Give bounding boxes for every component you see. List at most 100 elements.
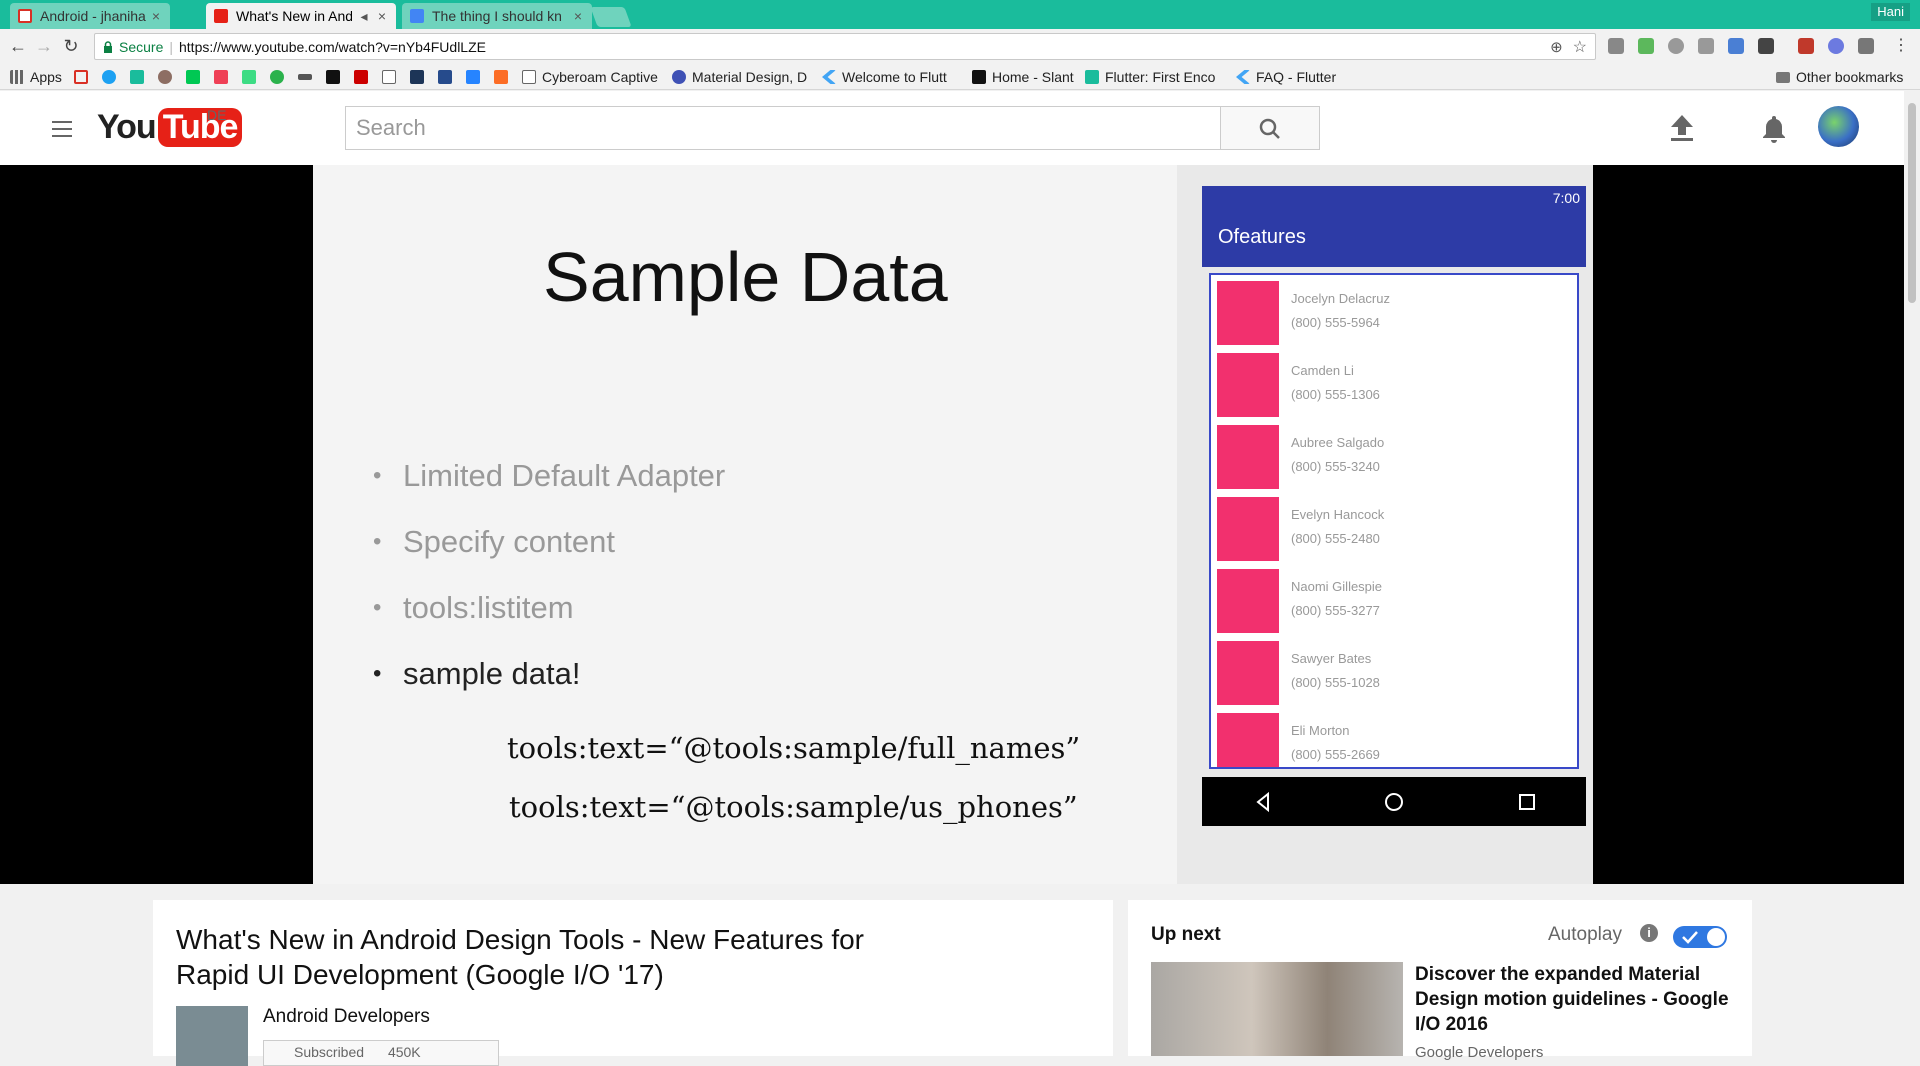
list-item: Jocelyn Delacruz (800) 555-5964 — [1217, 281, 1577, 345]
extension-icon[interactable] — [1668, 38, 1684, 54]
bookmark-x[interactable] — [438, 68, 452, 86]
bookmark-twitter[interactable] — [102, 68, 116, 86]
video-info-card: What's New in Android Design Tools - New… — [153, 900, 1113, 1066]
channel-avatar[interactable] — [176, 1006, 248, 1066]
bookmark-e[interactable] — [326, 68, 340, 86]
contact-name: Eli Morton — [1291, 723, 1350, 738]
menu-icon[interactable] — [52, 121, 72, 137]
menu-dots-icon[interactable]: ⋮ — [1890, 35, 1912, 57]
bookmark-apps[interactable]: Apps — [10, 68, 62, 86]
logo-text-you: You — [97, 107, 157, 146]
gmail-icon — [18, 9, 32, 23]
extension-icon[interactable] — [1638, 38, 1654, 54]
close-icon[interactable]: × — [150, 8, 162, 24]
tool-icon — [410, 70, 424, 84]
reload-icon[interactable]: ↻ — [60, 35, 82, 57]
extension-icon[interactable] — [1608, 38, 1624, 54]
bookmark-flutter-faq[interactable]: FAQ - Flutter — [1236, 68, 1376, 86]
x-icon — [438, 70, 452, 84]
subscribe-button[interactable]: Subscribed 450K — [263, 1040, 499, 1066]
bookmark-cnn[interactable] — [354, 68, 368, 86]
extension-icon[interactable] — [1798, 38, 1814, 54]
page-icon — [522, 70, 536, 84]
bookmark-gitlab[interactable] — [494, 68, 508, 86]
up-next-thumbnail[interactable] — [1151, 962, 1403, 1056]
bookmark-tool[interactable] — [410, 68, 424, 86]
medium-icon — [1085, 70, 1099, 84]
extension-icon[interactable] — [1698, 38, 1714, 54]
star-icon[interactable]: ☆ — [1573, 37, 1587, 57]
up-next-video-title[interactable]: Discover the expanded Material Design mo… — [1415, 962, 1735, 1037]
info-icon[interactable]: i — [1640, 924, 1658, 942]
contact-phone: (800) 555-5964 — [1291, 315, 1380, 330]
list-item: Naomi Gillespie (800) 555-3277 — [1217, 569, 1577, 633]
scrollbar-thumb[interactable] — [1908, 103, 1916, 303]
list-item: Eli Morton (800) 555-2669 — [1217, 713, 1577, 767]
contact-phone: (800) 555-1306 — [1291, 387, 1380, 402]
close-icon[interactable]: × — [572, 8, 584, 24]
phone-contact-list: Jocelyn Delacruz (800) 555-5964 Camden Li… — [1209, 273, 1579, 769]
notifications-bell-icon[interactable] — [1760, 113, 1788, 145]
tab-youtube[interactable]: What's New in And ◂ × — [206, 3, 396, 29]
contact-phone: (800) 555-1028 — [1291, 675, 1380, 690]
account-avatar[interactable] — [1818, 106, 1859, 147]
bookmark-android[interactable] — [242, 68, 256, 86]
close-icon[interactable]: × — [376, 8, 388, 24]
contact-thumbnail — [1217, 569, 1279, 633]
tab-gmail[interactable]: Android - jhanihashe × — [10, 3, 170, 29]
bookmark-avatar[interactable] — [158, 68, 172, 86]
other-bookmarks[interactable]: Other bookmarks — [1776, 68, 1916, 86]
bookmark-gmail[interactable] — [74, 68, 88, 86]
medium-icon — [298, 74, 312, 80]
contact-name: Evelyn Hancock — [1291, 507, 1385, 522]
upload-icon[interactable] — [1668, 113, 1696, 143]
bookmark-feedly[interactable] — [270, 68, 284, 86]
recents-square-icon — [1519, 794, 1535, 810]
page-scrollbar[interactable] — [1904, 91, 1920, 1056]
extension-icon[interactable] — [1828, 38, 1844, 54]
bookmark-gitter[interactable] — [130, 68, 144, 86]
tab-docs[interactable]: The thing I should kn × — [402, 3, 592, 29]
new-tab-button[interactable] — [590, 7, 632, 27]
slide-title: Sample Data — [543, 238, 948, 316]
list-item: Camden Li (800) 555-1306 — [1217, 353, 1577, 417]
bookmark-flutter-medium[interactable]: Flutter: First Enco — [1085, 68, 1225, 86]
autoplay-toggle[interactable] — [1673, 926, 1727, 948]
contact-name: Sawyer Bates — [1291, 651, 1372, 666]
bookmark-page[interactable] — [382, 68, 396, 86]
bookmark-material[interactable]: Material Design, D — [672, 68, 812, 86]
profile-name[interactable]: Hani — [1871, 3, 1910, 21]
eyedropper-icon[interactable] — [1858, 38, 1874, 54]
url-text[interactable]: https://www.youtube.com/watch?v=nYb4FUdl… — [179, 39, 486, 55]
bookmark-jira[interactable] — [466, 68, 480, 86]
contact-thumbnail — [1217, 641, 1279, 705]
bookmark-label: Cyberoam Captive — [542, 69, 658, 85]
search-button[interactable] — [1221, 106, 1320, 150]
bookmark-cyberoam[interactable]: Cyberoam Captive — [522, 68, 662, 86]
page-icon — [382, 70, 396, 84]
bookmark-play[interactable] — [186, 68, 200, 86]
translate-icon[interactable] — [1728, 38, 1744, 54]
contact-phone: (800) 555-2669 — [1291, 747, 1380, 762]
play-store-icon — [186, 70, 200, 84]
check-icon — [1682, 931, 1698, 944]
speaker-icon[interactable]: ◂ — [356, 8, 372, 25]
address-bar[interactable]: Secure | https://www.youtube.com/watch?v… — [94, 33, 1596, 60]
forward-arrow-icon[interactable]: → — [33, 35, 55, 57]
zoom-icon[interactable]: ⊕ — [1550, 38, 1563, 56]
contact-name: Camden Li — [1291, 363, 1354, 378]
video-player[interactable]: Sample Data Limited Default Adapter Spec… — [0, 165, 1904, 884]
bookmark-flutter-welcome[interactable]: Welcome to Flutt — [822, 68, 962, 86]
channel-name[interactable]: Android Developers — [263, 1006, 430, 1028]
bookmark-label: Other bookmarks — [1796, 69, 1904, 85]
search-input[interactable]: Search — [345, 106, 1221, 150]
contact-thumbnail — [1217, 497, 1279, 561]
bookmark-pocket[interactable] — [214, 68, 228, 86]
back-arrow-icon[interactable]: ← — [7, 35, 29, 57]
bookmark-slant[interactable]: Home - Slant — [972, 68, 1082, 86]
bookmark-medium[interactable] — [298, 68, 312, 86]
list-item: Aubree Salgado (800) 555-3240 — [1217, 425, 1577, 489]
bookmark-label: Material Design, D — [692, 69, 808, 85]
pocket-icon[interactable] — [1758, 38, 1774, 54]
toggle-knob — [1707, 928, 1725, 946]
